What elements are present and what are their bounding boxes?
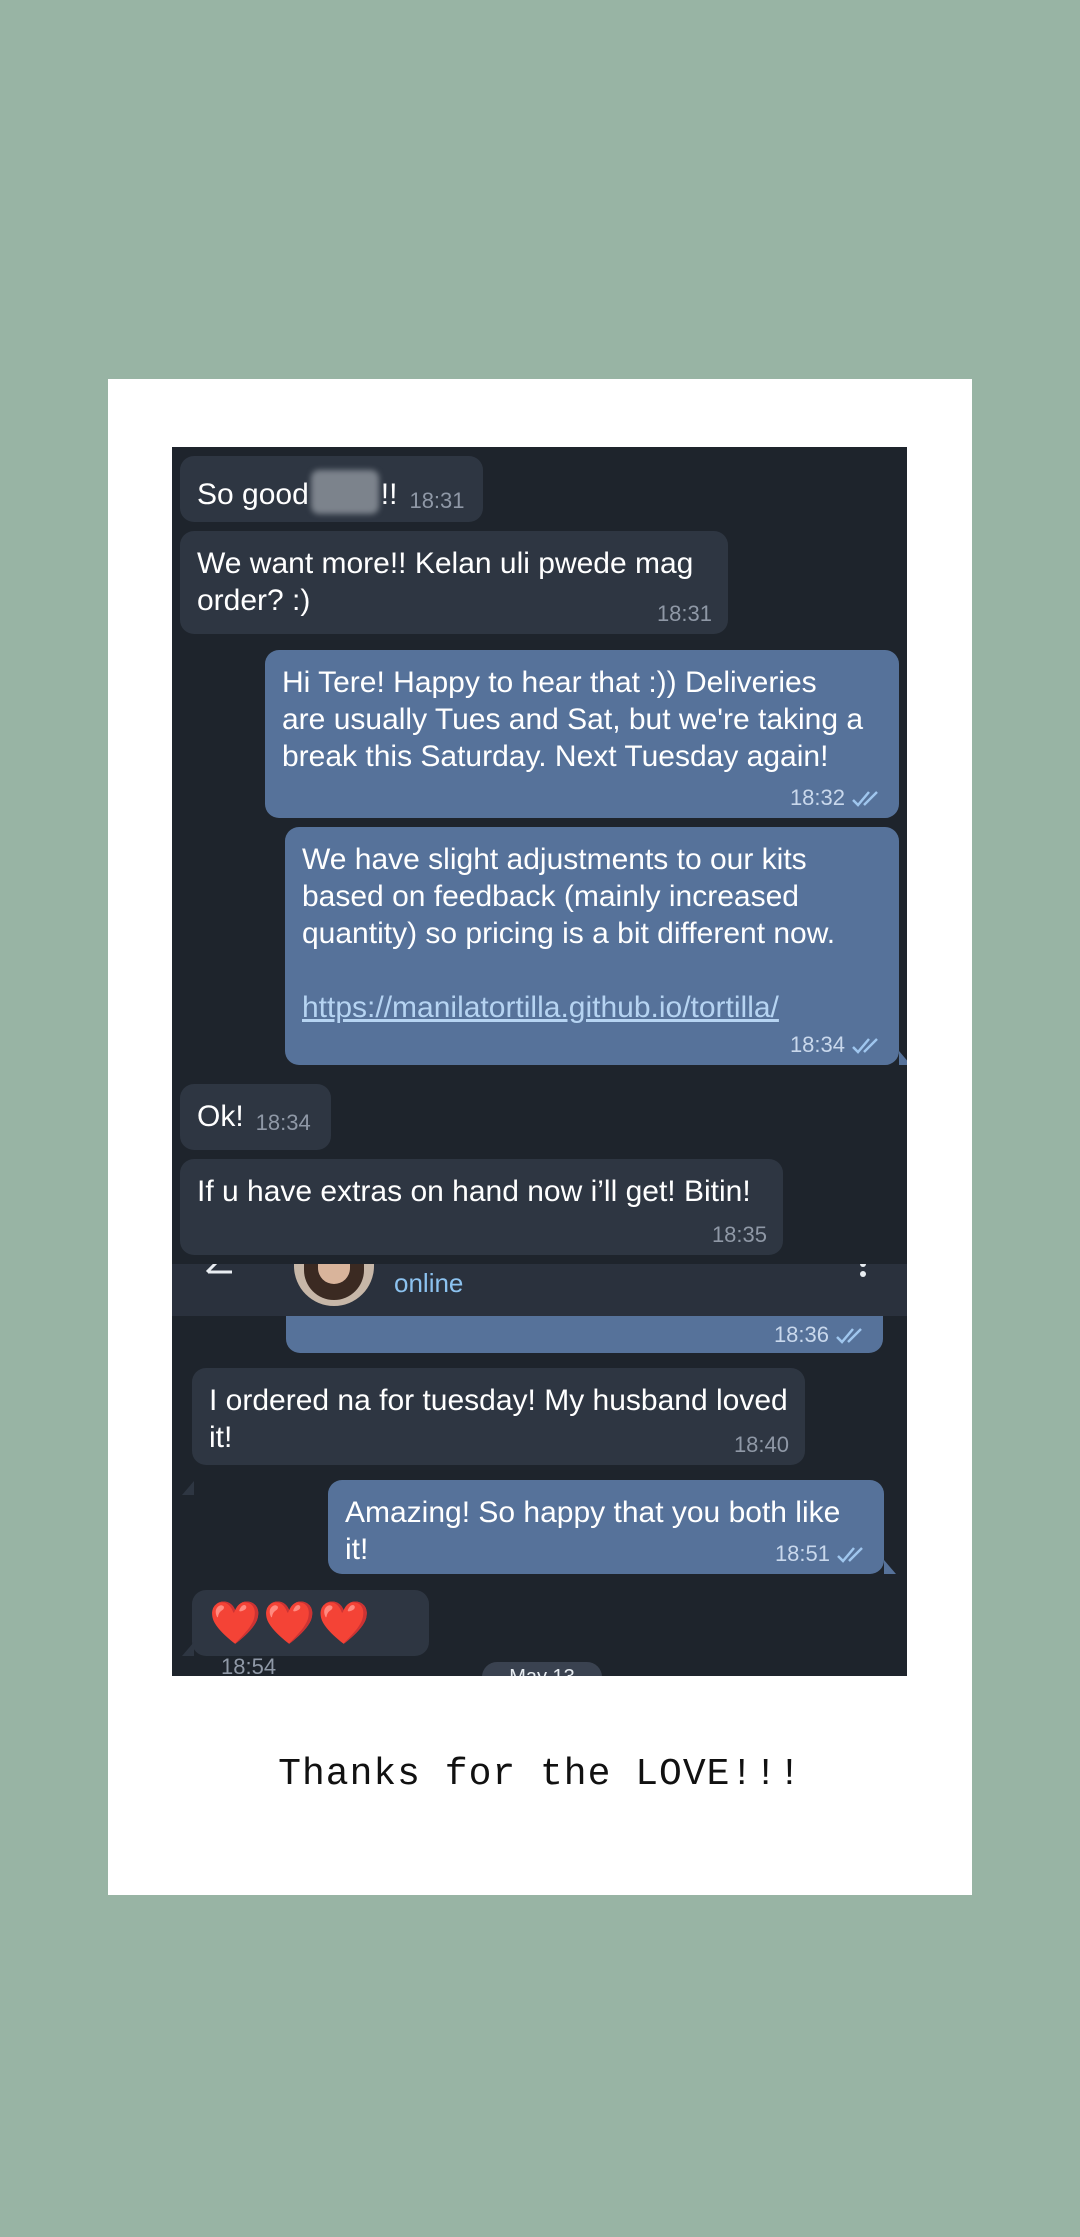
- caption: Thanks for the LOVE!!!: [278, 1753, 802, 1796]
- post-card: So good!! 18:31 We want more!! Kelan uli …: [108, 379, 972, 1895]
- chat-screenshot-bottom: online 18:36 I ordered na for tuesday! M…: [172, 1264, 907, 1676]
- bubble-tail: [182, 1642, 194, 1656]
- message-incoming[interactable]: We want more!! Kelan uli pwede mag order…: [180, 531, 728, 634]
- hearts-emoji: ❤️❤️❤️: [209, 1599, 372, 1646]
- message-text: So good: [197, 478, 309, 511]
- message-time: 18:36: [773, 1322, 829, 1347]
- chat-screenshot-top: So good!! 18:31 We want more!! Kelan uli …: [172, 447, 907, 1264]
- message-text: I ordered na for tuesday! My husband lov…: [209, 1384, 788, 1454]
- bubble-tail: [899, 1051, 907, 1065]
- avatar[interactable]: [294, 1264, 374, 1306]
- message-time: 18:40: [733, 1432, 789, 1457]
- message-time: 18:34: [255, 1110, 311, 1135]
- message-incoming[interactable]: I ordered na for tuesday! My husband lov…: [192, 1368, 805, 1465]
- double-check-icon: [852, 791, 878, 807]
- message-time: 18:31: [656, 601, 712, 626]
- message-text: We want more!! Kelan uli pwede mag order…: [197, 547, 694, 617]
- message-outgoing[interactable]: Amazing! So happy that you both like it!…: [328, 1480, 884, 1574]
- double-check-icon: [852, 1038, 878, 1054]
- message-time: 18:34: [789, 1032, 845, 1057]
- back-arrow-icon[interactable]: [204, 1264, 234, 1284]
- double-check-icon: [837, 1547, 863, 1563]
- message-text: We have slight adjustments to our kits b…: [302, 843, 836, 950]
- message-time: 18:31: [409, 488, 465, 513]
- message-outgoing[interactable]: 18:36: [286, 1316, 883, 1353]
- message-incoming[interactable]: ❤️❤️❤️ 18:54: [192, 1590, 429, 1676]
- message-time: 18:54: [221, 1654, 277, 1676]
- online-status: online: [394, 1268, 464, 1298]
- message-incoming[interactable]: So good!! 18:31: [180, 456, 483, 522]
- message-text: Hi Tere! Happy to hear that :)) Deliveri…: [282, 666, 864, 773]
- message-incoming[interactable]: Ok! 18:34: [180, 1084, 331, 1150]
- bubble-tail: [182, 1481, 194, 1495]
- message-text: Ok!: [197, 1100, 244, 1133]
- message-time: 18:51: [774, 1541, 830, 1566]
- message-text: If u have extras on hand now i’ll get! B…: [197, 1175, 751, 1208]
- more-vert-icon[interactable]: [859, 1264, 867, 1284]
- bubble-tail: [884, 1560, 896, 1574]
- message-outgoing[interactable]: We have slight adjustments to our kits b…: [285, 827, 899, 1065]
- message-time: 18:35: [711, 1222, 767, 1247]
- date-divider: May 13: [482, 1662, 602, 1676]
- message-time: 18:32: [789, 785, 845, 810]
- redacted-name: [310, 470, 379, 514]
- message-outgoing[interactable]: Hi Tere! Happy to hear that :)) Deliveri…: [265, 650, 899, 818]
- message-incoming[interactable]: If u have extras on hand now i’ll get! B…: [180, 1159, 783, 1255]
- message-link[interactable]: https://manilatortilla.github.io/tortill…: [302, 991, 779, 1024]
- message-text: !!: [380, 478, 398, 511]
- chat-header: online: [172, 1264, 907, 1316]
- double-check-icon: [836, 1328, 862, 1344]
